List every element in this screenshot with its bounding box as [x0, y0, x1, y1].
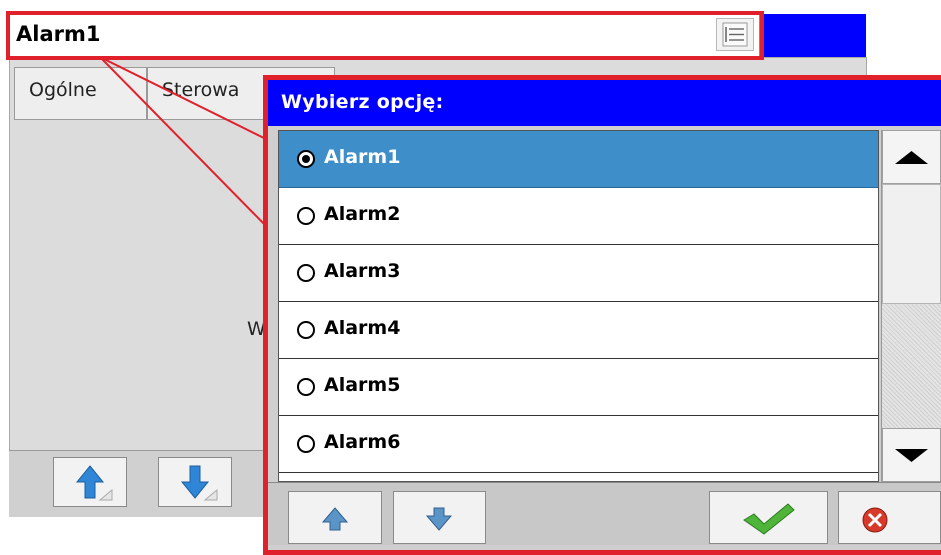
option-label: Alarm3 — [324, 260, 401, 282]
scroll-track[interactable] — [882, 304, 941, 428]
checkmark-icon — [743, 503, 795, 535]
radio-icon — [297, 264, 315, 282]
arrow-down-icon — [425, 507, 453, 531]
scroll-up-button[interactable] — [882, 130, 941, 184]
option-label: Alarm4 — [324, 317, 401, 339]
move-up-button[interactable] — [53, 457, 127, 507]
arrow-up-icon — [75, 465, 113, 501]
option-item[interactable]: Alarm5 — [279, 359, 878, 416]
cancel-button[interactable] — [838, 491, 941, 544]
triangle-down-icon — [895, 449, 928, 462]
radio-icon — [297, 435, 315, 453]
scroll-thumb[interactable] — [882, 184, 941, 304]
option-item[interactable]: Alarm1 — [279, 131, 878, 188]
highlight-outline — [6, 11, 764, 60]
tab-general-label: Ogólne — [29, 79, 97, 101]
dialog-title: Wybierz opcję: — [281, 91, 444, 113]
option-label: Alarm5 — [324, 374, 401, 396]
radio-icon — [297, 378, 315, 396]
option-list: Alarm1 Alarm2 Alarm3 Alarm4 Alarm5 Alarm… — [278, 130, 879, 482]
option-item[interactable]: Alarm4 — [279, 302, 878, 359]
arrow-down-icon — [180, 465, 218, 501]
option-item[interactable]: Alarm3 — [279, 245, 878, 302]
scroll-down-button[interactable] — [882, 428, 941, 482]
dialog-up-button[interactable] — [288, 491, 382, 544]
move-down-button[interactable] — [158, 457, 232, 507]
radio-selected-icon — [297, 150, 315, 168]
option-label: Alarm1 — [324, 146, 401, 168]
radio-icon — [297, 321, 315, 339]
radio-icon — [297, 207, 315, 225]
confirm-button[interactable] — [709, 491, 828, 544]
header-bar — [760, 14, 866, 57]
tab-control-label: Sterowa — [162, 79, 240, 101]
option-item[interactable]: Alarm6 — [279, 416, 878, 473]
arrow-up-icon — [321, 507, 349, 531]
option-label: Alarm2 — [324, 203, 401, 225]
dialog-down-button[interactable] — [393, 491, 486, 544]
cancel-icon — [862, 507, 888, 533]
triangle-up-icon — [895, 151, 928, 164]
option-label: Alarm6 — [324, 431, 401, 453]
option-item[interactable]: Alarm2 — [279, 188, 878, 245]
tab-general[interactable]: Ogólne — [14, 67, 147, 119]
